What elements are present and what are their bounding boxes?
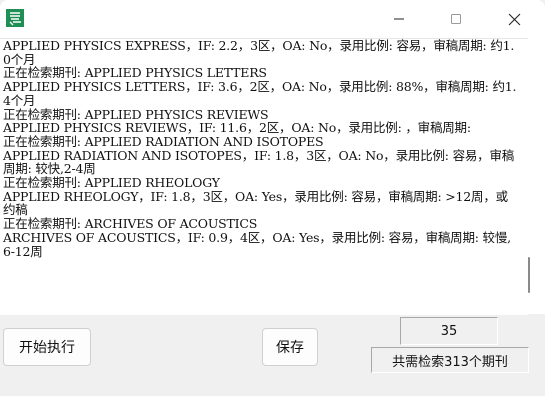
log-line: ARCHIVES OF ACOUSTICS，IF: 0.9，4区，OA: Yes… <box>3 229 511 259</box>
app-icon <box>6 9 24 27</box>
log-textbox[interactable]: APPLIED PHYSICS EXPRESS，IF: 2.2，3区，OA: N… <box>0 38 528 315</box>
maximize-button[interactable] <box>433 0 479 38</box>
save-button[interactable]: 保存 <box>262 328 318 366</box>
log-line: APPLIED PHYSICS REVIEWS，IF: 11.6，2区，OA: … <box>3 120 471 136</box>
title-bar[interactable] <box>0 0 545 38</box>
maximize-icon <box>451 14 461 24</box>
log-line: APPLIED PHYSICS EXPRESS，IF: 2.2，3区，OA: N… <box>3 38 515 67</box>
log-line: 正在检索期刊: APPLIED RADIATION AND ISOTOPES <box>3 133 324 149</box>
total-count-label: 共需检索313个期刊 <box>371 347 529 373</box>
log-content: APPLIED PHYSICS EXPRESS，IF: 2.2，3区，OA: N… <box>3 39 518 258</box>
start-button[interactable]: 开始执行 <box>3 328 91 366</box>
minimize-button[interactable] <box>376 0 422 38</box>
close-button[interactable] <box>491 0 537 38</box>
app-window: APPLIED PHYSICS EXPRESS，IF: 2.2，3区，OA: N… <box>0 0 545 396</box>
log-line: 正在检索期刊: APPLIED PHYSICS REVIEWS <box>3 106 269 122</box>
log-line: 正在检索期刊: ARCHIVES OF ACOUSTICS <box>3 216 258 232</box>
log-line: APPLIED PHYSICS LETTERS，IF: 3.6，2区，OA: N… <box>3 79 517 108</box>
log-line: 正在检索期刊: APPLIED RHEOLOGY <box>3 175 220 191</box>
close-icon <box>508 13 520 25</box>
log-line: APPLIED RADIATION AND ISOTOPES，IF: 1.8，3… <box>3 147 515 177</box>
log-scrollbar[interactable] <box>528 38 545 314</box>
progress-counter: 35 <box>400 317 498 345</box>
minimize-icon <box>394 18 404 20</box>
log-line: 正在检索期刊: APPLIED PHYSICS LETTERS <box>3 65 267 81</box>
scrollbar-thumb[interactable] <box>528 257 530 293</box>
log-line: APPLIED RHEOLOGY，IF: 1.8，3区，OA: Yes，录用比例… <box>3 188 508 218</box>
